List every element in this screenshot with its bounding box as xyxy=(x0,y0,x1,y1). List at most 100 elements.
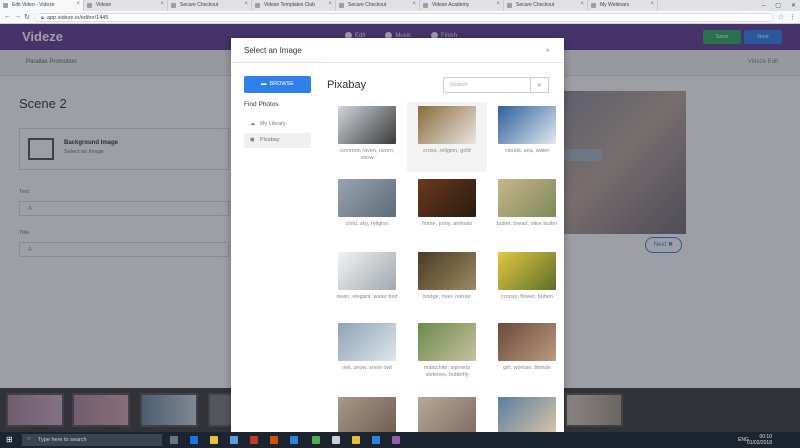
thumbnail-caption: clouds, sea, water xyxy=(504,148,550,154)
thumbnail-image xyxy=(338,252,396,290)
browser-tab-webinars[interactable]: My Webinars × xyxy=(588,0,658,11)
reload-icon[interactable]: ↻ xyxy=(24,13,30,21)
store-icon[interactable] xyxy=(230,436,238,444)
app-icon[interactable] xyxy=(392,436,400,444)
image-thumbnail[interactable]: girl, woman, blonde xyxy=(487,319,564,389)
thumbnail-caption: owl, snow, snow owl xyxy=(342,365,392,371)
windows-taskbar: ⊞ ○ Type here to search ENG 00:10 01/03/20… xyxy=(0,432,800,448)
image-thumbnail[interactable]: swan, elegant, water bird xyxy=(327,248,407,318)
browse-button[interactable]: ▬ BROWSE xyxy=(244,76,311,93)
back-icon[interactable]: ← xyxy=(4,13,11,20)
close-window-icon[interactable]: ✕ xyxy=(791,2,796,9)
minimize-icon[interactable]: – xyxy=(762,3,765,9)
app-icon[interactable] xyxy=(270,436,278,444)
thumbnail-caption: malachite, siproeta stelenes, butterfly xyxy=(423,365,471,378)
thumbnail-caption: common raven, raven, snow xyxy=(339,148,395,161)
url-field[interactable]: 🔒︎ app.videze.io/editor/1445 xyxy=(34,13,774,22)
find-photos-heading: Find Photos xyxy=(244,101,279,108)
app-icon[interactable] xyxy=(332,436,340,444)
image-thumbnail[interactable]: common raven, raven, snow xyxy=(327,102,407,172)
forward-icon[interactable]: → xyxy=(14,13,21,20)
image-thumbnail[interactable]: clouds, sea, water xyxy=(487,102,564,172)
thumbnail-image xyxy=(418,323,476,361)
close-tab-icon[interactable]: × xyxy=(650,1,654,7)
close-tab-icon[interactable]: × xyxy=(244,1,248,7)
thumbnail-image xyxy=(498,179,556,217)
favicon-icon xyxy=(171,3,176,8)
image-thumbnail[interactable]: malachite, siproeta stelenes, butterfly xyxy=(407,319,487,389)
image-thumbnail[interactable]: bridge, river, nature xyxy=(407,248,487,318)
modal-title: Select an Image xyxy=(244,46,302,55)
thumbnail-image xyxy=(418,397,476,432)
thumbnail-image xyxy=(418,106,476,144)
source-pixabay[interactable]: ◼ Pixabay xyxy=(244,133,311,148)
thumbnail-image xyxy=(498,106,556,144)
thumbnail-image xyxy=(498,252,556,290)
image-thumbnail[interactable] xyxy=(327,393,407,432)
close-icon[interactable]: × xyxy=(545,46,550,55)
thumbnail-image xyxy=(498,397,556,432)
source-my-library[interactable]: ☁︎ My Library xyxy=(244,117,311,132)
image-search-input[interactable]: Search xyxy=(443,77,531,93)
browser-tab-secure-checkout-3[interactable]: Secure Checkout × xyxy=(504,0,588,11)
provider-title: Pixabay xyxy=(327,79,367,91)
browser-tab-secure-checkout[interactable]: Secure Checkout × xyxy=(168,0,252,11)
browser-tab-videze[interactable]: Videze × xyxy=(84,0,168,11)
thumbnail-caption: horse, pony, animals xyxy=(421,221,473,227)
browser-tab-academy[interactable]: Videze Academy × xyxy=(420,0,504,11)
search-icon[interactable]: ⌕ xyxy=(531,77,549,93)
thumbnail-image xyxy=(418,179,476,217)
file-explorer-icon[interactable] xyxy=(210,436,218,444)
thumbnail-image xyxy=(418,252,476,290)
thumbnail-caption: girl, woman, blonde xyxy=(503,365,551,371)
clock[interactable]: 00:10 01/03/2018 xyxy=(747,434,772,446)
browser-menu-icon[interactable]: ⋮ xyxy=(789,13,796,21)
edge-icon[interactable] xyxy=(190,436,198,444)
image-thumbnail[interactable]: cross, religion, gold xyxy=(407,102,487,172)
modal-divider xyxy=(231,62,564,63)
close-tab-icon[interactable]: × xyxy=(580,1,584,7)
thumbnail-image xyxy=(498,323,556,361)
close-tab-icon[interactable]: × xyxy=(328,1,332,7)
favicon-icon xyxy=(87,3,92,8)
close-tab-icon[interactable]: × xyxy=(76,1,80,7)
image-thumbnail[interactable]: crocus, flower, bühen xyxy=(487,248,564,318)
app-icon[interactable] xyxy=(372,436,380,444)
browser-tab-edit-video[interactable]: Edit Video - Videze × xyxy=(0,0,84,11)
thumbnail-caption: crocus, flower, bühen xyxy=(501,294,553,300)
windows-start-icon[interactable]: ⊞ xyxy=(6,435,15,444)
thumbnail-caption: butter, bread, olive butter xyxy=(496,221,558,227)
favicon-icon xyxy=(3,3,8,8)
app-icon[interactable] xyxy=(250,436,258,444)
close-tab-icon[interactable]: × xyxy=(496,1,500,7)
app-icon[interactable] xyxy=(290,436,298,444)
image-thumbnail[interactable]: child, sky, religion xyxy=(327,175,407,245)
image-thumbnail[interactable]: horse, pony, animals xyxy=(407,175,487,245)
favicon-icon xyxy=(255,3,260,8)
browser-tab-bar: Edit Video - Videze × Videze × Secure Chec… xyxy=(0,0,800,11)
camera-icon: ◼ xyxy=(250,137,255,143)
close-tab-icon[interactable]: × xyxy=(160,1,164,7)
cloud-icon: ☁︎ xyxy=(250,121,256,127)
browser-tab-templates-club[interactable]: Videze Templates Club × xyxy=(252,0,336,11)
close-tab-icon[interactable]: × xyxy=(412,1,416,7)
favicon-icon xyxy=(507,3,512,8)
image-thumbnail[interactable] xyxy=(487,393,564,432)
image-thumbnail[interactable] xyxy=(407,393,487,432)
task-view-icon[interactable] xyxy=(170,436,178,444)
bookmark-star-icon[interactable]: ☆ xyxy=(778,13,784,21)
search-icon: ○ xyxy=(27,436,31,442)
chrome-icon[interactable] xyxy=(312,436,320,444)
maximize-icon[interactable]: ▢ xyxy=(775,2,781,9)
image-thumbnail[interactable]: butter, bread, olive butter xyxy=(487,175,564,245)
thumbnail-image xyxy=(338,323,396,361)
address-bar: ← → ↻ 🔒︎ app.videze.io/editor/1445 ☆ ⋮ xyxy=(0,11,800,24)
browser-tab-secure-checkout-2[interactable]: Secure Checkout × xyxy=(336,0,420,11)
window-controls: – ▢ ✕ xyxy=(762,0,796,11)
folder-icon: ▬ xyxy=(261,81,267,87)
thumbnail-caption: bridge, river, nature xyxy=(423,294,471,300)
taskbar-search[interactable]: ○ Type here to search xyxy=(22,434,162,446)
image-thumbnail[interactable]: owl, snow, snow owl xyxy=(327,319,407,389)
folder-icon[interactable] xyxy=(352,436,360,444)
thumbnail-caption: swan, elegant, water bird xyxy=(336,294,398,300)
